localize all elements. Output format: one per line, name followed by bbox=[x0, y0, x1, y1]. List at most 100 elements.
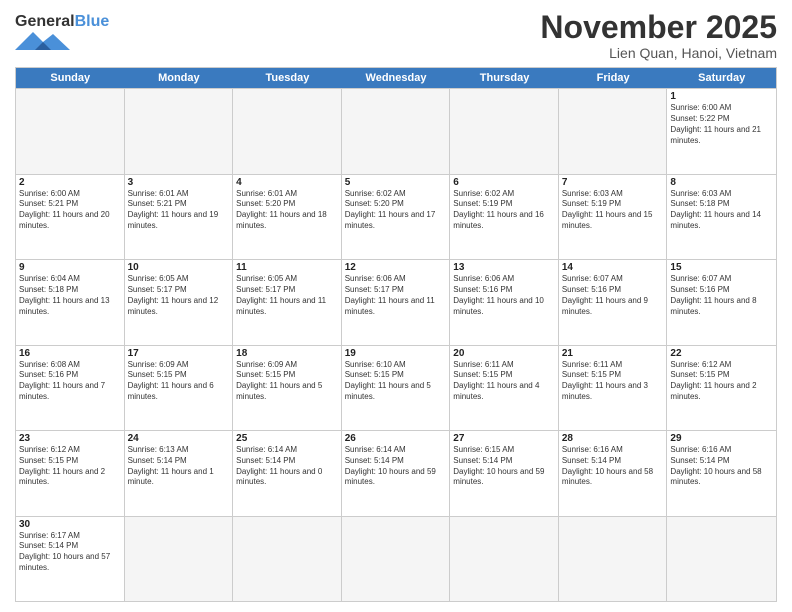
day-number: 1 bbox=[670, 91, 773, 102]
day-number: 14 bbox=[562, 262, 664, 273]
week-row-4: 16Sunrise: 6:08 AM Sunset: 5:16 PM Dayli… bbox=[16, 345, 776, 430]
day-cell-12: 12Sunrise: 6:06 AM Sunset: 5:17 PM Dayli… bbox=[342, 260, 451, 344]
day-cell-11: 11Sunrise: 6:05 AM Sunset: 5:17 PM Dayli… bbox=[233, 260, 342, 344]
day-cell-25: 25Sunrise: 6:14 AM Sunset: 5:14 PM Dayli… bbox=[233, 431, 342, 515]
day-info: Sunrise: 6:00 AM Sunset: 5:22 PM Dayligh… bbox=[670, 103, 773, 146]
day-info: Sunrise: 6:06 AM Sunset: 5:17 PM Dayligh… bbox=[345, 274, 447, 317]
day-cell-30: 30Sunrise: 6:17 AM Sunset: 5:14 PM Dayli… bbox=[16, 517, 125, 601]
empty-cell bbox=[125, 89, 234, 173]
day-number: 2 bbox=[19, 177, 121, 188]
empty-cell bbox=[559, 517, 668, 601]
empty-cell bbox=[125, 517, 234, 601]
day-info: Sunrise: 6:17 AM Sunset: 5:14 PM Dayligh… bbox=[19, 531, 121, 574]
page: GeneralBlue November 2025 Lien Quan, Han… bbox=[0, 0, 792, 612]
day-number: 29 bbox=[670, 433, 773, 444]
day-number: 20 bbox=[453, 348, 555, 359]
week-row-6: 30Sunrise: 6:17 AM Sunset: 5:14 PM Dayli… bbox=[16, 516, 776, 601]
day-info: Sunrise: 6:14 AM Sunset: 5:14 PM Dayligh… bbox=[345, 445, 447, 488]
weekday-tuesday: Tuesday bbox=[233, 68, 342, 88]
day-info: Sunrise: 6:09 AM Sunset: 5:15 PM Dayligh… bbox=[128, 360, 230, 403]
day-info: Sunrise: 6:16 AM Sunset: 5:14 PM Dayligh… bbox=[562, 445, 664, 488]
day-number: 15 bbox=[670, 262, 773, 273]
day-cell-1: 1Sunrise: 6:00 AM Sunset: 5:22 PM Daylig… bbox=[667, 89, 776, 173]
day-info: Sunrise: 6:07 AM Sunset: 5:16 PM Dayligh… bbox=[562, 274, 664, 317]
day-cell-7: 7Sunrise: 6:03 AM Sunset: 5:19 PM Daylig… bbox=[559, 175, 668, 259]
day-number: 13 bbox=[453, 262, 555, 273]
day-cell-24: 24Sunrise: 6:13 AM Sunset: 5:14 PM Dayli… bbox=[125, 431, 234, 515]
day-cell-9: 9Sunrise: 6:04 AM Sunset: 5:18 PM Daylig… bbox=[16, 260, 125, 344]
day-cell-8: 8Sunrise: 6:03 AM Sunset: 5:18 PM Daylig… bbox=[667, 175, 776, 259]
day-info: Sunrise: 6:11 AM Sunset: 5:15 PM Dayligh… bbox=[453, 360, 555, 403]
day-cell-13: 13Sunrise: 6:06 AM Sunset: 5:16 PM Dayli… bbox=[450, 260, 559, 344]
day-info: Sunrise: 6:14 AM Sunset: 5:14 PM Dayligh… bbox=[236, 445, 338, 488]
day-info: Sunrise: 6:05 AM Sunset: 5:17 PM Dayligh… bbox=[128, 274, 230, 317]
day-cell-5: 5Sunrise: 6:02 AM Sunset: 5:20 PM Daylig… bbox=[342, 175, 451, 259]
day-info: Sunrise: 6:01 AM Sunset: 5:20 PM Dayligh… bbox=[236, 189, 338, 232]
week-row-1: 1Sunrise: 6:00 AM Sunset: 5:22 PM Daylig… bbox=[16, 88, 776, 173]
empty-cell bbox=[233, 89, 342, 173]
day-info: Sunrise: 6:00 AM Sunset: 5:21 PM Dayligh… bbox=[19, 189, 121, 232]
day-number: 8 bbox=[670, 177, 773, 188]
title-block: November 2025 Lien Quan, Hanoi, Vietnam bbox=[540, 10, 777, 61]
day-number: 30 bbox=[19, 519, 121, 530]
day-info: Sunrise: 6:10 AM Sunset: 5:15 PM Dayligh… bbox=[345, 360, 447, 403]
day-cell-27: 27Sunrise: 6:15 AM Sunset: 5:14 PM Dayli… bbox=[450, 431, 559, 515]
week-row-2: 2Sunrise: 6:00 AM Sunset: 5:21 PM Daylig… bbox=[16, 174, 776, 259]
empty-cell bbox=[667, 517, 776, 601]
day-cell-14: 14Sunrise: 6:07 AM Sunset: 5:16 PM Dayli… bbox=[559, 260, 668, 344]
day-number: 24 bbox=[128, 433, 230, 444]
day-info: Sunrise: 6:11 AM Sunset: 5:15 PM Dayligh… bbox=[562, 360, 664, 403]
day-number: 19 bbox=[345, 348, 447, 359]
month-year: November 2025 bbox=[540, 10, 777, 45]
logo-blue: Blue bbox=[75, 13, 110, 30]
day-number: 23 bbox=[19, 433, 121, 444]
location: Lien Quan, Hanoi, Vietnam bbox=[540, 45, 777, 61]
day-info: Sunrise: 6:08 AM Sunset: 5:16 PM Dayligh… bbox=[19, 360, 121, 403]
calendar-body: 1Sunrise: 6:00 AM Sunset: 5:22 PM Daylig… bbox=[16, 88, 776, 601]
day-info: Sunrise: 6:06 AM Sunset: 5:16 PM Dayligh… bbox=[453, 274, 555, 317]
weekday-thursday: Thursday bbox=[450, 68, 559, 88]
logo: GeneralBlue bbox=[15, 14, 109, 55]
weekday-monday: Monday bbox=[125, 68, 234, 88]
empty-cell bbox=[342, 517, 451, 601]
day-number: 16 bbox=[19, 348, 121, 359]
day-info: Sunrise: 6:04 AM Sunset: 5:18 PM Dayligh… bbox=[19, 274, 121, 317]
day-number: 3 bbox=[128, 177, 230, 188]
day-info: Sunrise: 6:05 AM Sunset: 5:17 PM Dayligh… bbox=[236, 274, 338, 317]
day-info: Sunrise: 6:09 AM Sunset: 5:15 PM Dayligh… bbox=[236, 360, 338, 403]
day-cell-20: 20Sunrise: 6:11 AM Sunset: 5:15 PM Dayli… bbox=[450, 346, 559, 430]
empty-cell bbox=[450, 517, 559, 601]
day-cell-16: 16Sunrise: 6:08 AM Sunset: 5:16 PM Dayli… bbox=[16, 346, 125, 430]
weekday-sunday: Sunday bbox=[16, 68, 125, 88]
day-number: 6 bbox=[453, 177, 555, 188]
empty-cell bbox=[450, 89, 559, 173]
day-cell-4: 4Sunrise: 6:01 AM Sunset: 5:20 PM Daylig… bbox=[233, 175, 342, 259]
day-number: 21 bbox=[562, 348, 664, 359]
header: GeneralBlue November 2025 Lien Quan, Han… bbox=[15, 10, 777, 61]
day-info: Sunrise: 6:13 AM Sunset: 5:14 PM Dayligh… bbox=[128, 445, 230, 488]
calendar-header: SundayMondayTuesdayWednesdayThursdayFrid… bbox=[16, 68, 776, 88]
day-number: 28 bbox=[562, 433, 664, 444]
day-info: Sunrise: 6:15 AM Sunset: 5:14 PM Dayligh… bbox=[453, 445, 555, 488]
day-number: 7 bbox=[562, 177, 664, 188]
day-number: 12 bbox=[345, 262, 447, 273]
day-number: 25 bbox=[236, 433, 338, 444]
weekday-saturday: Saturday bbox=[667, 68, 776, 88]
day-number: 17 bbox=[128, 348, 230, 359]
empty-cell bbox=[559, 89, 668, 173]
day-info: Sunrise: 6:12 AM Sunset: 5:15 PM Dayligh… bbox=[670, 360, 773, 403]
day-info: Sunrise: 6:03 AM Sunset: 5:18 PM Dayligh… bbox=[670, 189, 773, 232]
day-cell-19: 19Sunrise: 6:10 AM Sunset: 5:15 PM Dayli… bbox=[342, 346, 451, 430]
week-row-5: 23Sunrise: 6:12 AM Sunset: 5:15 PM Dayli… bbox=[16, 430, 776, 515]
day-number: 26 bbox=[345, 433, 447, 444]
empty-cell bbox=[342, 89, 451, 173]
weekday-wednesday: Wednesday bbox=[342, 68, 451, 88]
day-cell-22: 22Sunrise: 6:12 AM Sunset: 5:15 PM Dayli… bbox=[667, 346, 776, 430]
day-info: Sunrise: 6:01 AM Sunset: 5:21 PM Dayligh… bbox=[128, 189, 230, 232]
day-cell-3: 3Sunrise: 6:01 AM Sunset: 5:21 PM Daylig… bbox=[125, 175, 234, 259]
day-cell-17: 17Sunrise: 6:09 AM Sunset: 5:15 PM Dayli… bbox=[125, 346, 234, 430]
calendar: SundayMondayTuesdayWednesdayThursdayFrid… bbox=[15, 67, 777, 602]
day-cell-10: 10Sunrise: 6:05 AM Sunset: 5:17 PM Dayli… bbox=[125, 260, 234, 344]
day-cell-2: 2Sunrise: 6:00 AM Sunset: 5:21 PM Daylig… bbox=[16, 175, 125, 259]
day-cell-28: 28Sunrise: 6:16 AM Sunset: 5:14 PM Dayli… bbox=[559, 431, 668, 515]
